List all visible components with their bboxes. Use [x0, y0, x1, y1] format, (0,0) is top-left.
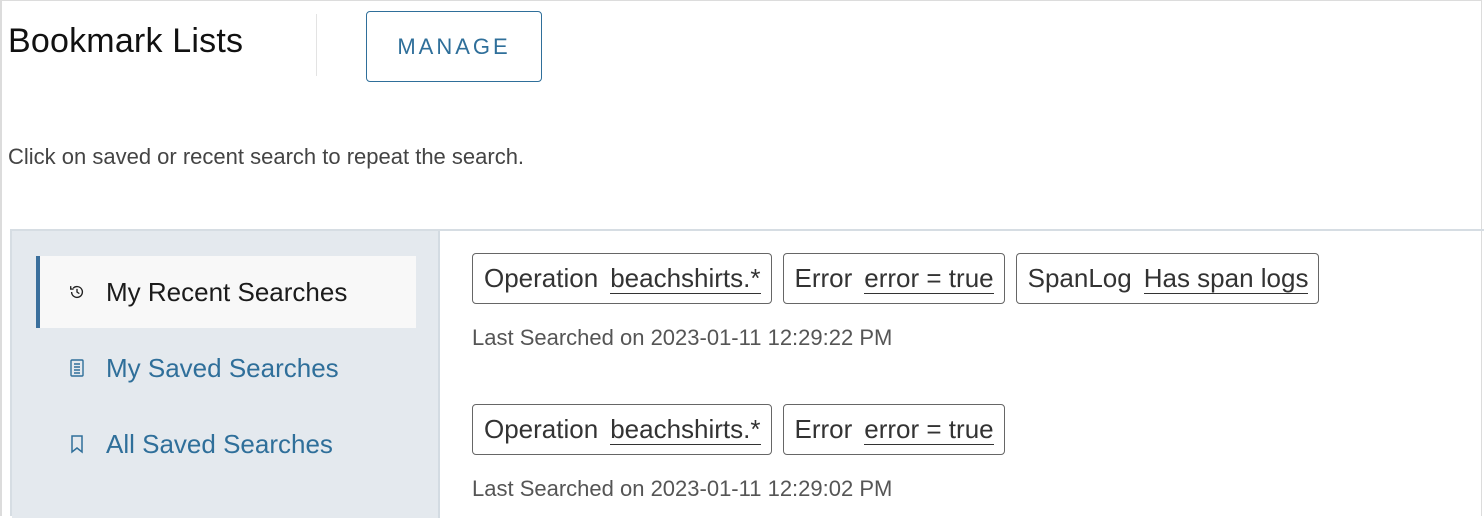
searches-panel: My Recent Searches My Saved Searches All… [10, 229, 1484, 518]
sidebar-item-label: My Saved Searches [106, 352, 339, 383]
header-divider [316, 14, 317, 76]
sidebar-item-label: All Saved Searches [106, 428, 333, 459]
recent-searches-list: Operation beachshirts.* Error error = tr… [442, 231, 1484, 518]
last-searched-timestamp: Last Searched on 2023-01-11 12:29:02 PM [472, 476, 893, 501]
filter-chip-spanlog[interactable]: SpanLog Has span logs [1015, 253, 1320, 304]
last-searched-timestamp: Last Searched on 2023-01-11 12:29:22 PM [472, 325, 893, 350]
instruction-text: Click on saved or recent search to repea… [8, 144, 525, 169]
sidebar-item-my-saved-searches[interactable]: My Saved Searches [36, 332, 416, 404]
search-entry-chips[interactable]: Operation beachshirts.* Error error = tr… [472, 404, 1005, 455]
chip-key: SpanLog [1027, 263, 1132, 293]
search-entry-chips[interactable]: Operation beachshirts.* Error error = tr… [472, 253, 1320, 304]
chip-value: Has span logs [1143, 263, 1309, 294]
chip-value: beachshirts.* [610, 414, 761, 445]
chip-value: error = true [864, 414, 994, 445]
chip-key: Operation [484, 414, 599, 444]
page-title: Bookmark Lists [8, 22, 244, 60]
filter-chip-error[interactable]: Error error = true [782, 253, 1005, 304]
filter-chip-error[interactable]: Error error = true [782, 404, 1005, 455]
chip-key: Error [794, 263, 853, 293]
sidebar-item-all-saved-searches[interactable]: All Saved Searches [36, 408, 416, 480]
chip-key: Operation [484, 263, 599, 293]
sidebar-item-label: My Recent Searches [106, 276, 348, 307]
sidebar: My Recent Searches My Saved Searches All… [12, 231, 440, 518]
manage-button[interactable]: MANAGE [366, 11, 542, 82]
filter-chip-operation[interactable]: Operation beachshirts.* [472, 404, 772, 455]
chip-value: error = true [864, 263, 994, 294]
bookmark-icon [68, 434, 86, 454]
history-icon [68, 282, 86, 302]
chip-value: beachshirts.* [610, 263, 761, 294]
filter-chip-operation[interactable]: Operation beachshirts.* [472, 253, 772, 304]
sidebar-item-recent-searches[interactable]: My Recent Searches [36, 256, 416, 328]
chip-key: Error [794, 414, 853, 444]
document-list-icon [68, 358, 86, 378]
